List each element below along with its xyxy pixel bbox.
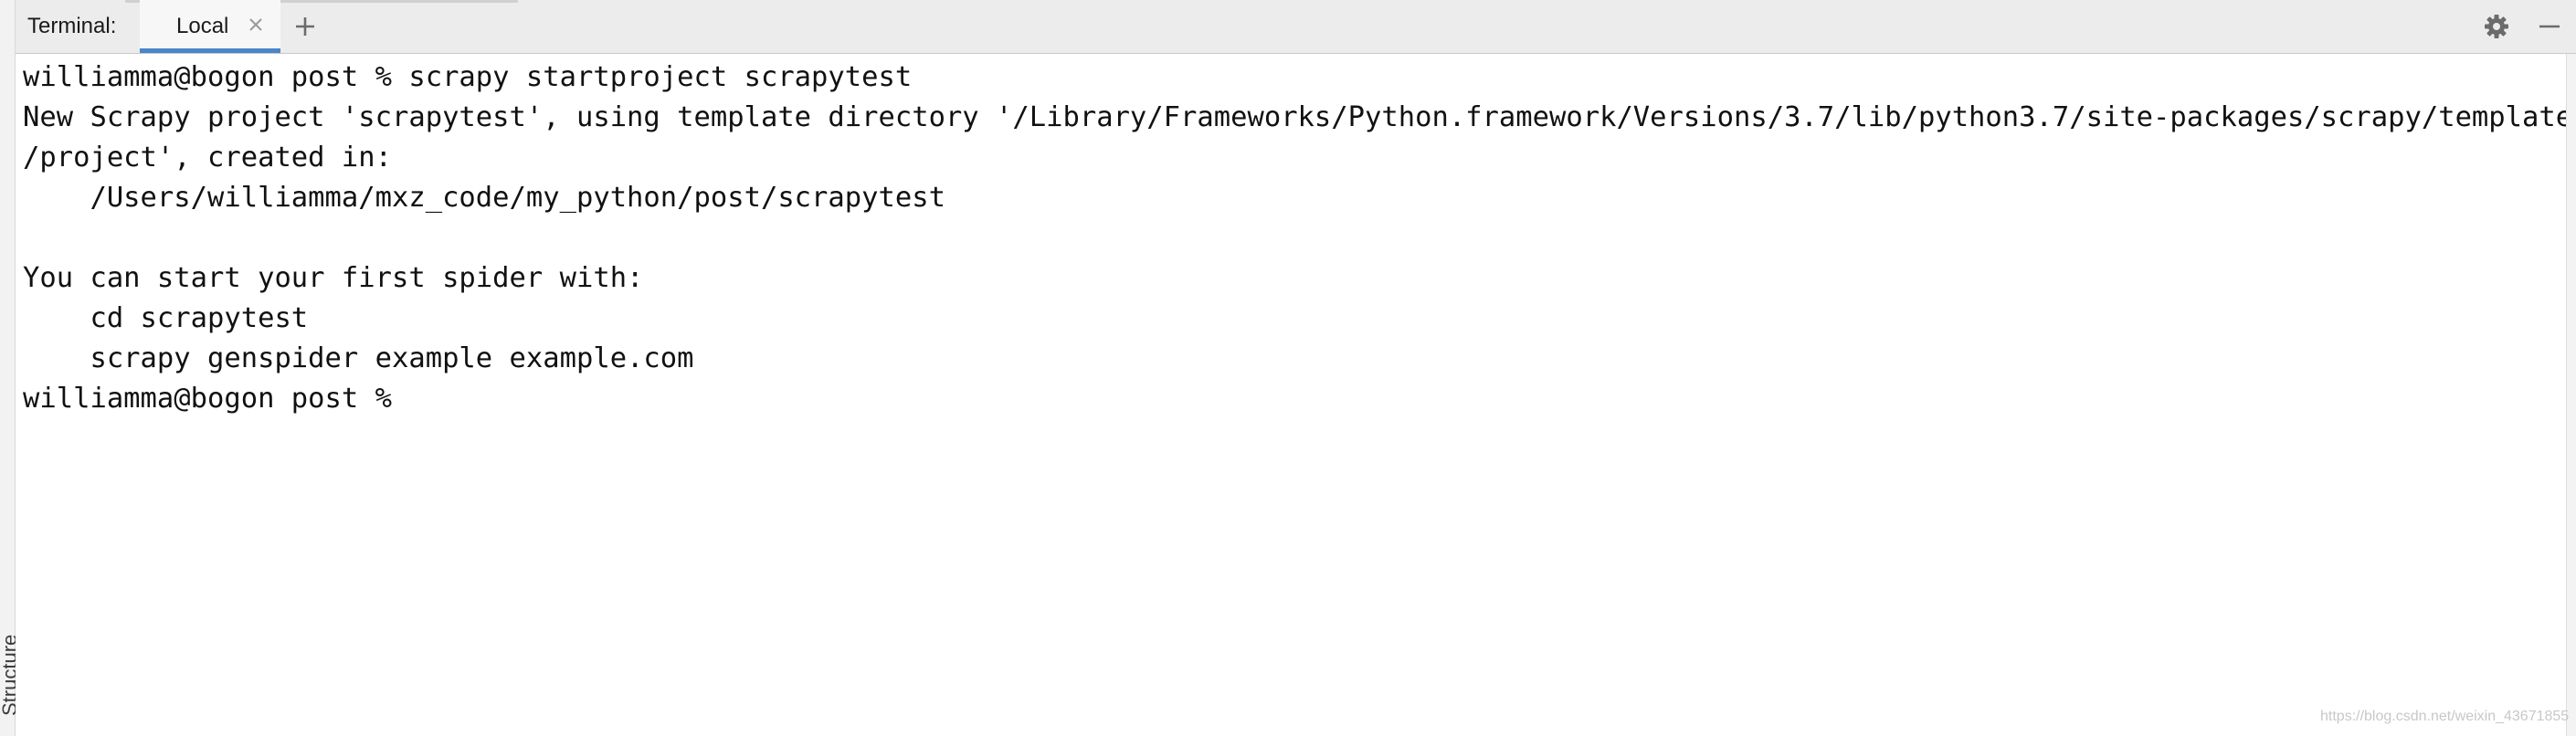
hide-panel-button[interactable] [2535, 12, 2564, 41]
terminal-line: williamma@bogon post % scrapy startproje… [23, 61, 913, 93]
gear-icon [2485, 15, 2508, 38]
watermark: https://blog.csdn.net/weixin_43671855 [2320, 709, 2570, 724]
vertical-scrollbar[interactable] [2566, 54, 2576, 736]
close-icon[interactable] [244, 13, 268, 37]
terminal-line: cd scrapytest [23, 302, 309, 334]
terminal-line: New Scrapy project 'scrapytest', using t… [23, 101, 2576, 133]
terminal-header: Terminal: Local [16, 0, 2576, 54]
terminal-line: /Users/williamma/mxz_code/my_python/post… [23, 182, 945, 214]
settings-button[interactable] [2482, 12, 2511, 41]
tab-label: Local [176, 14, 229, 38]
terminal-line: scrapy genspider example example.com [23, 342, 694, 374]
terminal-content[interactable]: williamma@bogon post % scrapy startproje… [16, 54, 2576, 736]
minimize-icon [2539, 25, 2560, 28]
terminal-output: williamma@bogon post % scrapy startproje… [16, 54, 2576, 419]
tab-local[interactable]: Local [140, 0, 280, 53]
terminal-line: /project', created in: [23, 142, 392, 173]
terminal-title: Terminal: [27, 14, 117, 38]
left-tool-strip: Structure [0, 0, 21, 736]
terminal-line: williamma@bogon post % [23, 383, 409, 415]
new-tab-button[interactable] [290, 11, 321, 42]
ide-terminal-window: Structure Terminal: Local williamma@bogo… [0, 0, 2576, 736]
plus-icon [296, 17, 314, 36]
terminal-line: You can start your first spider with: [23, 262, 644, 294]
